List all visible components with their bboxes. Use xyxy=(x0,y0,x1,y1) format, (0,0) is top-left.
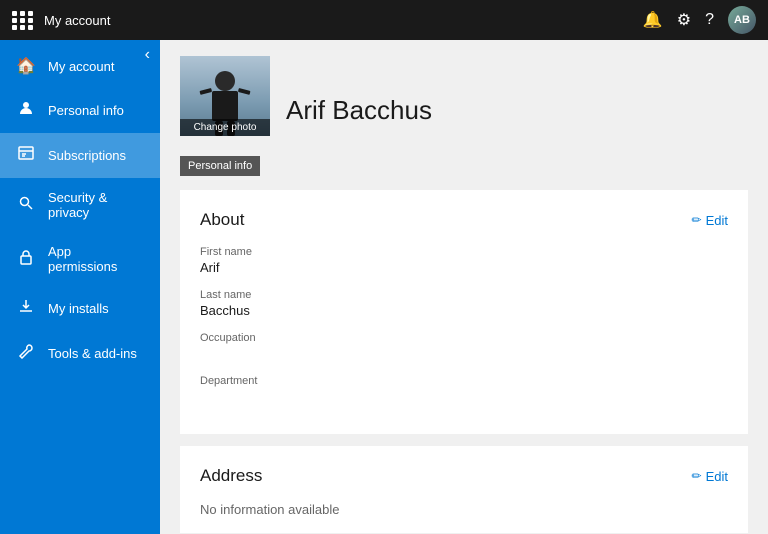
topbar-icons: 🔔 ⚙ ? AB xyxy=(643,6,756,34)
first-name-label: First name xyxy=(200,246,728,258)
topbar-left: My account xyxy=(12,11,110,30)
field-last-name: Last name Bacchus xyxy=(200,289,728,318)
department-value xyxy=(200,389,728,404)
change-photo-button[interactable]: Change photo xyxy=(180,119,270,136)
department-label: Department xyxy=(200,375,728,387)
personal-info-tooltip: Personal info xyxy=(180,156,260,176)
download-icon xyxy=(16,298,36,319)
sidebar-item-personal-info[interactable]: Personal info xyxy=(0,88,160,133)
address-edit-button[interactable]: ✏ Edit xyxy=(692,469,728,484)
wrench-icon xyxy=(16,343,36,364)
sidebar-item-security-privacy-label: Security & privacy xyxy=(48,190,144,220)
help-icon[interactable]: ? xyxy=(705,11,714,29)
profile-name: Arif Bacchus xyxy=(286,95,432,136)
subscriptions-icon xyxy=(16,145,36,166)
address-card-title: Address xyxy=(200,466,262,486)
about-card: About ✏ Edit First name Arif Last name B… xyxy=(180,190,748,434)
personal-info-tooltip-wrap: Personal info xyxy=(180,156,748,182)
home-icon: 🏠 xyxy=(16,56,36,76)
notification-icon[interactable]: 🔔 xyxy=(643,10,663,30)
sidebar-item-tools-addins-label: Tools & add-ins xyxy=(48,346,137,361)
apps-grid-icon[interactable] xyxy=(12,11,34,30)
sidebar-item-app-permissions-label: App permissions xyxy=(48,244,144,274)
about-edit-button[interactable]: ✏ Edit xyxy=(692,213,728,228)
address-card: Address ✏ Edit No information available xyxy=(180,446,748,533)
sidebar-item-my-installs[interactable]: My installs xyxy=(0,286,160,331)
search-icon xyxy=(16,195,36,216)
occupation-value xyxy=(200,346,728,361)
sidebar-item-subscriptions-label: Subscriptions xyxy=(48,148,126,163)
sidebar-collapse-button[interactable]: ‹ xyxy=(145,46,150,64)
main-content: Change photo Arif Bacchus Personal info … xyxy=(160,40,768,534)
sidebar-item-app-permissions[interactable]: App permissions xyxy=(0,232,160,286)
field-department: Department xyxy=(200,375,728,404)
edit-pencil-icon-address: ✏ xyxy=(692,469,702,483)
topbar-title: My account xyxy=(44,13,110,28)
profile-photo-wrap: Change photo xyxy=(180,56,270,136)
sidebar-item-subscriptions[interactable]: Subscriptions xyxy=(0,133,160,178)
field-occupation: Occupation xyxy=(200,332,728,361)
field-first-name: First name Arif xyxy=(200,246,728,275)
about-card-title: About xyxy=(200,210,244,230)
occupation-label: Occupation xyxy=(200,332,728,344)
sidebar-item-my-account-label: My account xyxy=(48,59,114,74)
sidebar-item-security-privacy[interactable]: Security & privacy xyxy=(0,178,160,232)
edit-pencil-icon: ✏ xyxy=(692,213,702,227)
lock-icon xyxy=(16,249,36,270)
sidebar: ‹ 🏠 My account Personal info Subscriptio… xyxy=(0,40,160,534)
about-card-header: About ✏ Edit xyxy=(200,210,728,230)
last-name-label: Last name xyxy=(200,289,728,301)
person-icon xyxy=(16,100,36,121)
sidebar-item-tools-addins[interactable]: Tools & add-ins xyxy=(0,331,160,376)
main-layout: ‹ 🏠 My account Personal info Subscriptio… xyxy=(0,40,768,534)
address-card-header: Address ✏ Edit xyxy=(200,466,728,486)
user-avatar[interactable]: AB xyxy=(728,6,756,34)
last-name-value: Bacchus xyxy=(200,303,728,318)
sidebar-item-my-installs-label: My installs xyxy=(48,301,109,316)
profile-header: Change photo Arif Bacchus xyxy=(180,40,748,156)
topbar: My account 🔔 ⚙ ? AB xyxy=(0,0,768,40)
sidebar-item-my-account[interactable]: 🏠 My account xyxy=(0,44,160,88)
first-name-value: Arif xyxy=(200,260,728,275)
address-no-info: No information available xyxy=(200,502,728,517)
settings-icon[interactable]: ⚙ xyxy=(677,10,691,30)
sidebar-item-personal-info-label: Personal info xyxy=(48,103,124,118)
